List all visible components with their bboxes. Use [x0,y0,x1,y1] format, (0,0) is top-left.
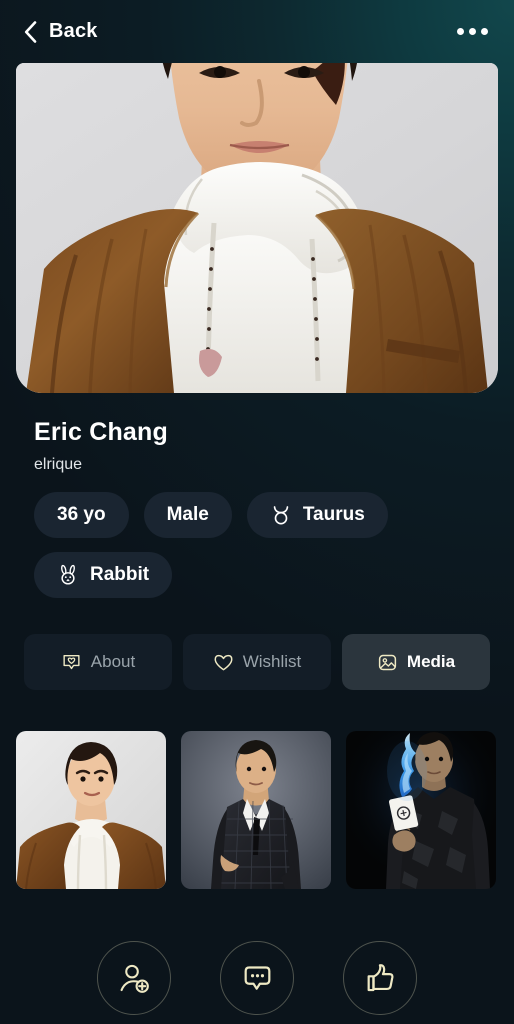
profile-name: Eric Chang [34,418,168,446]
media-thumbnail-image [346,731,496,889]
chip-zodiac-rabbit-label: Rabbit [90,564,150,585]
more-horizontal-icon-dot [469,28,476,35]
back-button[interactable]: Back [24,20,98,43]
more-horizontal-icon-dot [481,28,488,35]
chip-gender[interactable]: Male [143,492,232,538]
more-options-button[interactable] [455,22,490,41]
chevron-left-icon [24,20,37,43]
chat-bubble-icon [244,965,270,990]
profile-screen: Back Eric Chang elrique 36 yo Male Tauru… [0,0,514,1024]
profile-attribute-chips: 36 yo Male Taurus Rabbit [34,492,482,598]
hero-portrait-illustration [16,63,498,393]
tab-media-label: Media [406,652,456,671]
taurus-zodiac-icon [273,506,289,525]
more-horizontal-icon-dot [457,28,464,35]
tab-media[interactable]: Media [342,634,490,690]
add-user-icon [120,964,149,993]
profile-tab-bar: About Wishlist Media [24,634,490,690]
chip-zodiac-taurus[interactable]: Taurus [246,492,388,538]
chip-age[interactable]: 36 yo [34,492,129,538]
chip-age-label: 36 yo [57,504,106,525]
chip-gender-label: Male [166,504,209,525]
tab-about-label: About [90,652,136,671]
media-thumbnail-image [16,731,166,889]
media-grid [16,731,498,889]
chip-zodiac-taurus-label: Taurus [302,504,365,525]
action-button-bar [0,941,514,1015]
profile-identity: Eric Chang elrique [34,418,494,474]
add-friend-button[interactable] [97,941,171,1015]
app-header: Back [0,0,514,63]
thumbs-up-icon [367,963,393,991]
back-button-label: Back [49,20,98,42]
profile-hero-image[interactable] [16,63,498,393]
chip-zodiac-rabbit[interactable]: Rabbit [34,552,173,598]
media-thumbnail[interactable] [16,731,166,889]
media-thumbnail-image [181,731,331,889]
tab-about[interactable]: About [24,634,172,690]
tab-wishlist[interactable]: Wishlist [183,634,331,690]
like-button[interactable] [343,941,417,1015]
rabbit-zodiac-icon [61,564,75,585]
message-heart-icon [63,654,80,669]
media-thumbnail[interactable] [181,731,331,889]
heart-icon [214,654,233,670]
message-button[interactable] [220,941,294,1015]
tab-wishlist-label: Wishlist [242,652,302,671]
image-icon [378,654,397,670]
media-thumbnail[interactable] [346,731,496,889]
profile-username: elrique [34,456,83,473]
